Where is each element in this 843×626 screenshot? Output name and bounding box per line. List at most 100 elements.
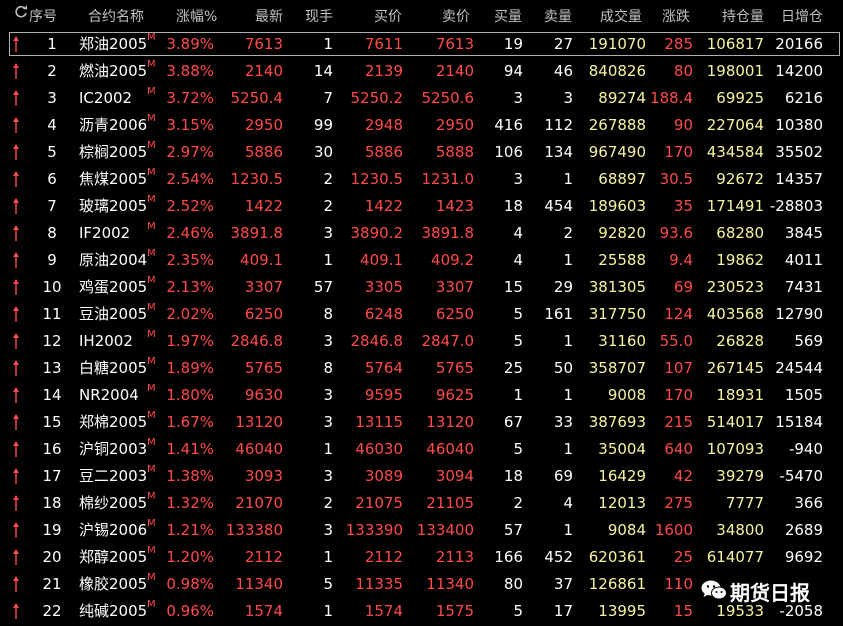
row-last: 6250 — [244, 305, 283, 323]
row-seq: 2 — [47, 62, 57, 80]
row-ask: 9625 — [435, 386, 474, 404]
table-row[interactable]: IF2002 M 8 2.46% 3891.8 3 3890.2 3891.8 4 2 92820 9… — [0, 220, 843, 247]
table-row[interactable]: 郑醇2005 M 20 1.20% 2112 1 2112 2113 166 452 620361 2… — [0, 544, 843, 571]
row-pct: 1.38% — [166, 467, 214, 485]
row-ask-vol: 1 — [563, 251, 573, 269]
table-row[interactable]: 沪锡2006 M 19 1.21% 133380 3 133390 133400 57 1 9084… — [0, 517, 843, 544]
table-row[interactable]: 豆油2005 M 11 2.02% 6250 8 6248 6250 5 161 317750 124… — [0, 301, 843, 328]
header-bid[interactable]: 买价 — [374, 6, 402, 26]
row-change: 42 — [673, 467, 693, 485]
row-last: 3307 — [244, 278, 283, 296]
header-open-interest[interactable]: 持仓量 — [722, 6, 764, 26]
row-ask: 1231.0 — [421, 170, 475, 188]
row-ask-vol: 1 — [563, 386, 573, 404]
row-oi-change: 3845 — [784, 224, 823, 242]
row-pct: 1.89% — [166, 359, 214, 377]
row-oi-change: 1505 — [784, 386, 823, 404]
row-volume: 9084 — [607, 521, 646, 539]
up-arrow-icon — [12, 170, 20, 188]
row-bid-vol: 25 — [503, 359, 523, 377]
row-oi-change: -5470 — [779, 467, 823, 485]
header-volume[interactable]: 成交量 — [600, 6, 642, 26]
row-pct: 1.32% — [166, 494, 214, 512]
row-volume: 35004 — [598, 440, 646, 458]
row-bid-vol: 15 — [503, 278, 523, 296]
row-bid: 409.1 — [360, 251, 403, 269]
row-ask: 2140 — [435, 62, 474, 80]
header-last[interactable]: 最新 — [255, 6, 283, 26]
header-bid-vol[interactable]: 买量 — [494, 6, 522, 26]
up-arrow-icon — [12, 521, 20, 539]
header-vol-now[interactable]: 现手 — [305, 6, 333, 26]
row-last: 1422 — [244, 197, 283, 215]
row-name: IF2002 — [79, 224, 131, 242]
row-seq: 20 — [42, 548, 62, 566]
up-arrow-icon — [12, 89, 20, 107]
row-name: IH2002 — [79, 332, 133, 350]
row-seq: 10 — [42, 278, 62, 296]
row-ask: 21105 — [426, 494, 474, 512]
row-pct: 1.21% — [166, 521, 214, 539]
row-ask: 13120 — [426, 413, 474, 431]
row-pct: 2.13% — [166, 278, 214, 296]
row-change: 275 — [664, 494, 693, 512]
row-bid: 11335 — [355, 575, 403, 593]
header-oi-change[interactable]: 日增仓 — [781, 6, 823, 26]
row-oi-change: 15184 — [775, 413, 823, 431]
row-ask: 11340 — [426, 575, 474, 593]
row-ask: 2113 — [435, 548, 474, 566]
table-row[interactable]: 鸡蛋2005 M 10 2.13% 3307 57 3305 3307 15 29 381305 69… — [0, 274, 843, 301]
row-seq: 22 — [42, 602, 62, 620]
table-row[interactable]: 棕榈2005 M 5 2.97% 5886 30 5886 5888 106 134 967490 1… — [0, 139, 843, 166]
table-row[interactable]: 玻璃2005 M 7 2.52% 1422 2 1422 1423 18 454 189603 35 1… — [0, 193, 843, 220]
table-row[interactable]: 棉纱2005 M 18 1.32% 21070 2 21075 21105 2 4 12013 275… — [0, 490, 843, 517]
row-pct: 1.41% — [166, 440, 214, 458]
row-ask-vol: 134 — [544, 143, 573, 161]
row-ask: 6250 — [435, 305, 474, 323]
table-row[interactable]: 豆二2003 M 17 1.38% 3093 3 3089 3094 18 69 16429 42 39… — [0, 463, 843, 490]
row-bid-vol: 19 — [503, 35, 523, 53]
table-row[interactable]: 原油2004 M 9 2.35% 409.1 1 409.1 409.2 4 1 25588 9.4 1… — [0, 247, 843, 274]
refresh-icon[interactable] — [14, 5, 28, 23]
row-bid-vol: 18 — [503, 467, 523, 485]
row-last: 5765 — [244, 359, 283, 377]
up-arrow-icon — [12, 467, 20, 485]
row-volume: 92820 — [598, 224, 646, 242]
row-bid: 2112 — [364, 548, 403, 566]
row-bid-vol: 4 — [513, 251, 523, 269]
row-bid-vol: 106 — [494, 143, 523, 161]
header-change[interactable]: 涨跌 — [662, 6, 690, 26]
header-pct[interactable]: 涨幅% — [176, 6, 217, 26]
header-seq[interactable]: 序号 — [29, 6, 57, 26]
row-bid-vol: 5 — [513, 305, 523, 323]
row-bid-vol: 57 — [503, 521, 523, 539]
table-row[interactable]: IH2002 M 12 1.97% 2846.8 3 2846.8 2847.0 5 1 31160… — [0, 328, 843, 355]
table-row[interactable]: 燃油2005 M 2 3.88% 2140 14 2139 2140 94 46 840826 80 1… — [0, 58, 843, 85]
table-row[interactable]: IC2002 M 3 3.72% 5250.4 7 5250.2 5250.6 3 3 89274 1… — [0, 85, 843, 112]
table-row[interactable]: 郑油2005 M 1 3.89% 7613 1 7611 7613 19 27 191070 285 1… — [0, 31, 843, 58]
row-bid: 21075 — [355, 494, 403, 512]
table-row[interactable]: 沥青2006 M 4 3.15% 2950 99 2948 2950 416 112 267888 9… — [0, 112, 843, 139]
row-ask-vol: 4 — [563, 494, 573, 512]
row-ask-vol: 1 — [563, 332, 573, 350]
row-seq: 6 — [47, 170, 57, 188]
row-bid: 1574 — [364, 602, 403, 620]
row-bid: 1230.5 — [350, 170, 404, 188]
row-pct: 2.97% — [166, 143, 214, 161]
header-ask-vol[interactable]: 卖量 — [544, 6, 572, 26]
row-name: IC2002 — [79, 89, 133, 107]
header-ask[interactable]: 卖价 — [442, 6, 470, 26]
row-last: 2950 — [244, 116, 283, 134]
table-row[interactable]: NR2004 M 14 1.80% 9630 3 9595 9625 1 1 9008 170 1893… — [0, 382, 843, 409]
table-row[interactable]: 郑棉2005 M 15 1.67% 13120 3 13115 13120 67 33 387693… — [0, 409, 843, 436]
row-oi-change: 10380 — [775, 116, 823, 134]
up-arrow-icon — [12, 62, 20, 80]
quote-board: 序号 合约名称 涨幅% 最新 现手 买价 卖价 买量 卖量 成交量 涨跌 持仓量… — [0, 0, 843, 626]
table-row[interactable]: 焦煤2005 M 6 2.54% 1230.5 2 1230.5 1231.0 3 1 68897 3… — [0, 166, 843, 193]
row-bid: 133390 — [345, 521, 403, 539]
row-last: 7613 — [244, 35, 283, 53]
header-name[interactable]: 合约名称 — [88, 6, 144, 26]
table-row[interactable]: 沪铜2003 M 16 1.41% 46040 1 46030 46040 5 1 35004 640… — [0, 436, 843, 463]
row-ask: 1423 — [435, 197, 474, 215]
table-row[interactable]: 白糖2005 M 13 1.89% 5765 8 5764 5765 25 50 358707 107… — [0, 355, 843, 382]
